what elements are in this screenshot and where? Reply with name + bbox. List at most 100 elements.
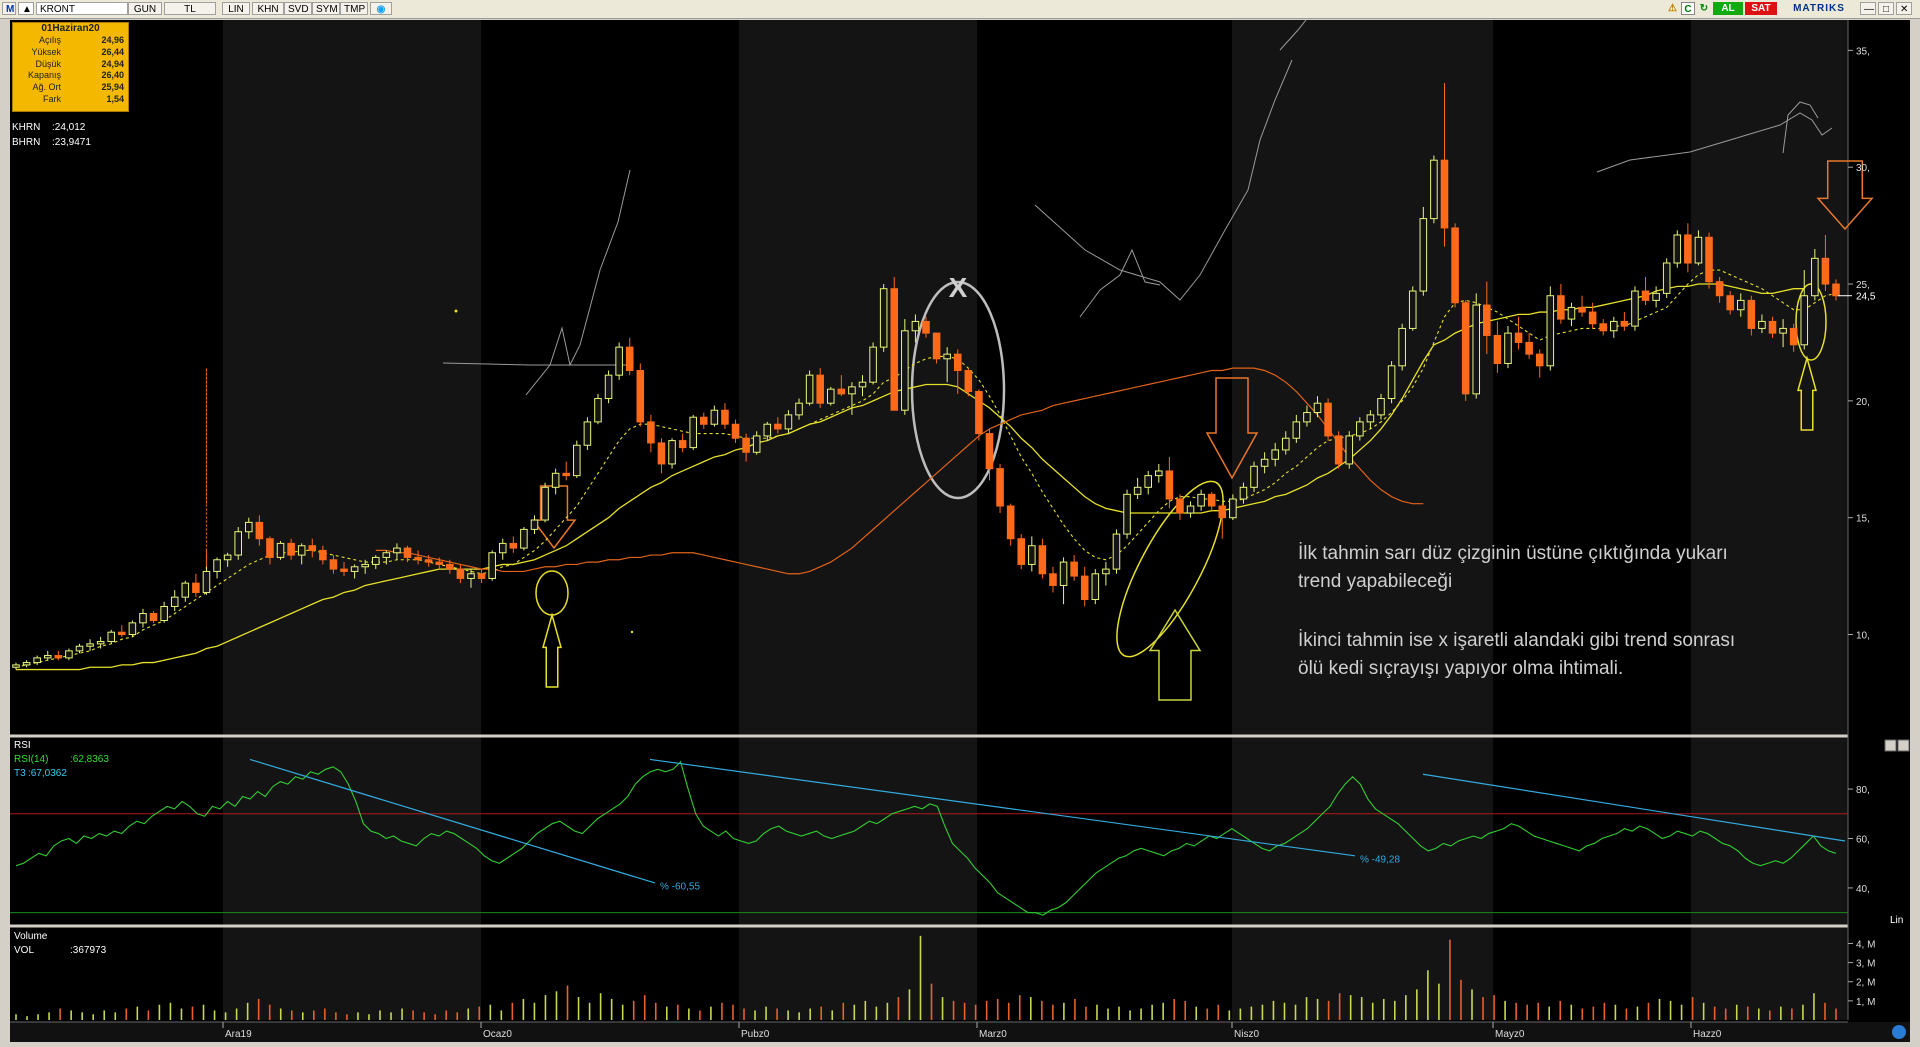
- maximize-icon[interactable]: □: [1878, 2, 1894, 15]
- candle-body: [435, 561, 444, 565]
- candle-body: [848, 386, 856, 395]
- app-logo: M: [2, 2, 16, 15]
- symbol-menu-icon[interactable]: ▲: [18, 2, 34, 15]
- symbol-field[interactable]: KRONT: [36, 2, 128, 15]
- candle-body: [911, 320, 920, 332]
- candle-body: [583, 421, 592, 446]
- candle-body: [181, 582, 190, 598]
- alert-icon[interactable]: ⚠: [1666, 2, 1679, 15]
- info-value: 24,94: [101, 58, 124, 69]
- candle-body: [731, 423, 740, 439]
- ma-value: :24,012: [52, 122, 86, 133]
- candle-body: [1641, 290, 1650, 301]
- month-band: [481, 20, 739, 1020]
- candle-body: [689, 416, 697, 449]
- candle-body: [837, 388, 846, 395]
- candle-body: [1102, 568, 1110, 575]
- candle-body: [223, 554, 232, 561]
- candle-body: [795, 402, 803, 416]
- refresh-icon[interactable]: ↻: [1697, 2, 1711, 15]
- candle-body: [742, 437, 750, 453]
- rsi-trend-label: % -60,55: [660, 881, 700, 892]
- x-tick-label: Marz0: [979, 1029, 1007, 1040]
- candle-body: [255, 521, 264, 540]
- info-value: 1,54: [106, 93, 124, 104]
- candle-body: [96, 641, 105, 645]
- info-value: 26,44: [101, 46, 124, 57]
- candle-body: [276, 542, 285, 558]
- note-second-guess: İkinci tahmin ise x işaretli alandaki gi…: [1298, 627, 1735, 683]
- candle-body: [1377, 398, 1385, 416]
- c-button[interactable]: C: [1681, 2, 1695, 15]
- candle-body: [996, 468, 1004, 507]
- rsi-scale-mode: Lin: [1890, 915, 1903, 926]
- candle-body: [573, 444, 581, 477]
- info-row: Yüksek 26,44: [13, 47, 128, 59]
- period-button[interactable]: GUN: [128, 2, 162, 15]
- brand-label: MATRIKS: [1793, 3, 1845, 14]
- dot-marker: [630, 630, 634, 634]
- candle-body: [636, 369, 645, 423]
- candle-body: [1832, 283, 1840, 297]
- info-row: Fark 1,54: [13, 94, 128, 106]
- candle-body: [414, 556, 422, 561]
- lin-button[interactable]: LIN: [222, 2, 250, 15]
- toolbar: M ▲ KRONT GUN TL LIN KHN SVD SYM TMP ◉ ⚠…: [0, 0, 1920, 19]
- candle-body: [1419, 218, 1428, 292]
- candle-body: [266, 538, 274, 558]
- candle-body: [1387, 365, 1396, 400]
- chart-area[interactable]: X % -60,55 % -49,28 80, 60, 40, RSI RSI(14):62…: [10, 19, 1910, 1042]
- candle-body: [33, 657, 41, 664]
- candle-body: [1218, 505, 1227, 519]
- volume-tick-label: 2, M: [1856, 978, 1875, 989]
- candle-body: [128, 622, 137, 636]
- candle-body: [12, 664, 20, 668]
- candle-body: [721, 409, 729, 425]
- x-tick-label: Mayz0: [1495, 1029, 1525, 1040]
- ma-labels: KHRN:24,012 BHRN:23,9471: [12, 120, 91, 150]
- candle-body: [1260, 458, 1269, 467]
- close-icon[interactable]: ✕: [1896, 2, 1912, 15]
- candle-body: [340, 568, 348, 572]
- candle-body: [234, 531, 242, 556]
- candle-body: [1768, 320, 1777, 334]
- candle-body: [1006, 505, 1015, 540]
- sell-button[interactable]: SAT: [1745, 2, 1777, 15]
- candle-body: [297, 545, 306, 556]
- candle-body: [985, 433, 994, 470]
- currency-button[interactable]: TL: [164, 2, 216, 15]
- candle-body: [1821, 257, 1830, 285]
- buy-button[interactable]: AL: [1713, 2, 1743, 15]
- svd-button[interactable]: SVD: [284, 2, 312, 15]
- candle-body: [54, 655, 63, 659]
- candle-body: [1197, 493, 1205, 507]
- candle-body: [350, 566, 359, 572]
- candle-body: [1715, 281, 1724, 297]
- candle-body: [700, 416, 708, 425]
- candle-body: [446, 563, 454, 570]
- twitter-icon[interactable]: ◉: [370, 2, 392, 15]
- candle-body: [1461, 302, 1470, 395]
- candle-body: [1091, 573, 1100, 600]
- candle-body: [816, 374, 824, 404]
- candle-body: [1186, 505, 1195, 514]
- khn-button[interactable]: KHN: [252, 2, 284, 15]
- candle-body: [361, 563, 369, 568]
- candle-body: [287, 542, 295, 556]
- candle-body: [1292, 421, 1301, 439]
- tmp-button[interactable]: TMP: [340, 2, 368, 15]
- x-axis-bg: [10, 1022, 1910, 1042]
- candle-body: [1176, 498, 1184, 514]
- minimize-icon[interactable]: —: [1860, 2, 1876, 15]
- note-first-line1: İlk tahmin sarı düz çizginin üstüne çıkt…: [1298, 543, 1728, 564]
- candle-body: [1038, 545, 1047, 575]
- candle-body: [922, 320, 930, 334]
- candle-body: [1028, 545, 1036, 565]
- info-row: Ağ. Ort 25,94: [13, 82, 128, 94]
- info-date: 01Haziran20: [41, 23, 100, 34]
- candle-body: [456, 568, 465, 579]
- candle-body: [1747, 299, 1756, 329]
- sym-button[interactable]: SYM: [312, 2, 340, 15]
- candle-body: [890, 288, 899, 411]
- ma-label: BHRN: [12, 137, 41, 148]
